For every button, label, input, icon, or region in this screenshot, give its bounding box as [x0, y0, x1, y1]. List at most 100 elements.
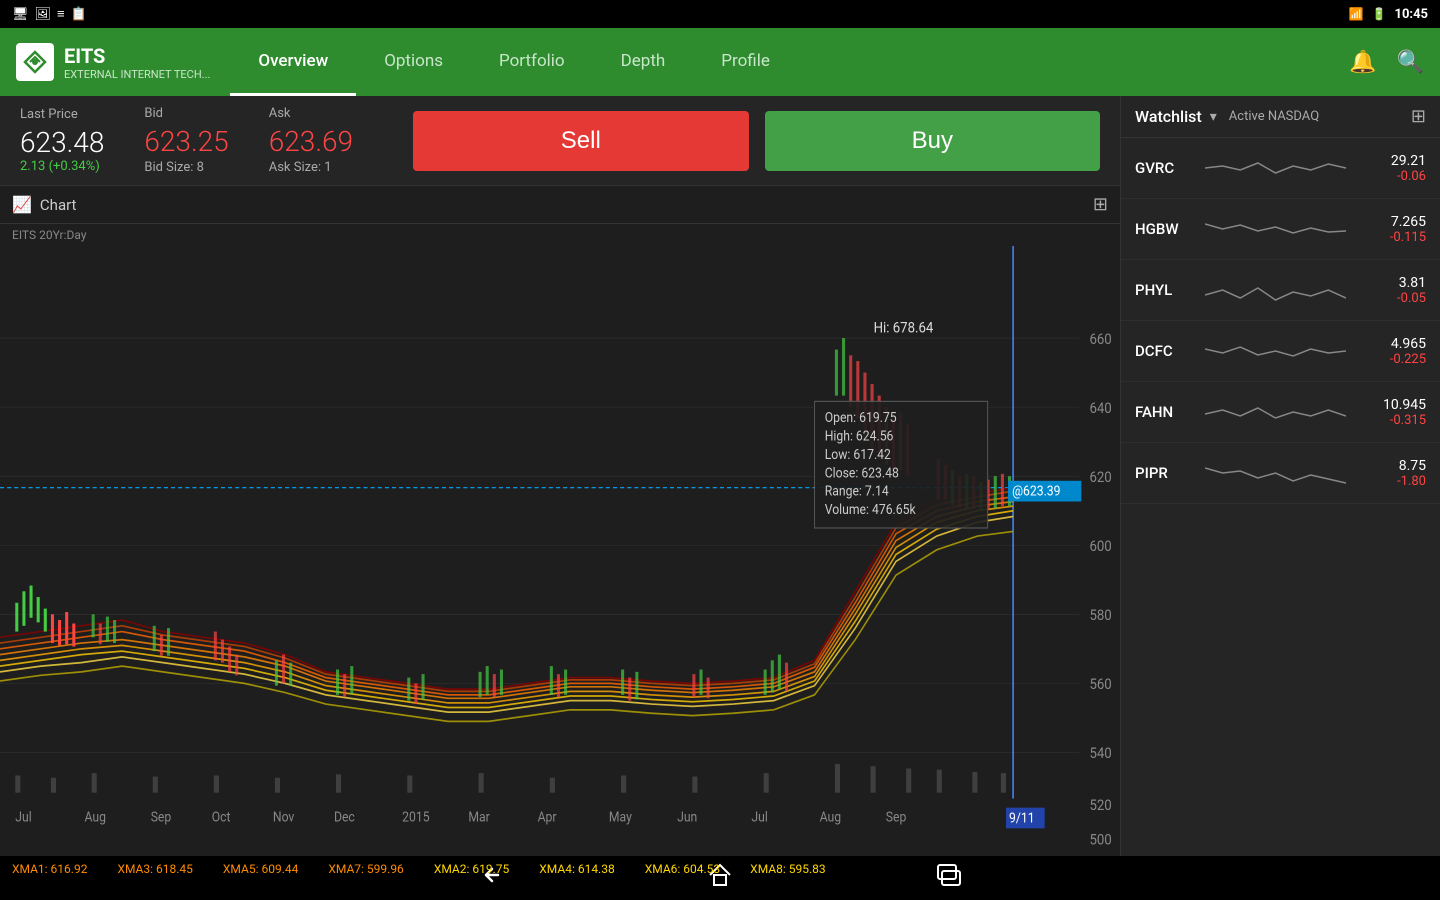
watchlist-title: Watchlist: [1135, 107, 1202, 126]
watchlist-item-gvrc[interactable]: GVRC 29.21 -0.06: [1121, 138, 1440, 199]
svg-text:Range: 7.14: Range: 7.14: [825, 484, 890, 500]
ticker-phyl: PHYL: [1135, 281, 1195, 299]
xma2: XMA2: 619.75: [434, 862, 509, 876]
logo-text: EITS EXTERNAL INTERNET TECH...: [64, 44, 210, 81]
xma8: XMA8: 595.83: [750, 862, 825, 876]
image-icon: 🖼: [35, 7, 52, 22]
chart-subtitle: EITS 20Yr:Day: [0, 224, 1120, 246]
change-gvrc: -0.06: [1397, 169, 1426, 184]
status-bar: 🖥 🖼 ≡ 📋 📶 🔋 10:45: [0, 0, 1440, 28]
sparkline-fahn: [1205, 392, 1346, 432]
chart-icon: 📈: [12, 195, 32, 214]
svg-text:Sep: Sep: [151, 810, 172, 826]
status-icons: 🖥 🖼 ≡ 📋: [12, 6, 87, 22]
ticker-pipr: PIPR: [1135, 464, 1195, 482]
nav-bar: EITS EXTERNAL INTERNET TECH... Overview …: [0, 28, 1440, 96]
change-dcfc: -0.225: [1390, 352, 1426, 367]
ticker-gvrc: GVRC: [1135, 159, 1195, 177]
svg-text:Mar: Mar: [468, 810, 490, 826]
svg-text:Jun: Jun: [677, 810, 697, 826]
price-dcfc: 4.965: [1391, 336, 1426, 352]
tab-options[interactable]: Options: [356, 28, 471, 96]
xma4: XMA4: 614.38: [539, 862, 614, 876]
nav-actions: 🔔 🔍: [1349, 49, 1424, 75]
prices-phyl: 3.81 -0.05: [1356, 275, 1426, 306]
watchlist-item-fahn[interactable]: FAHN 10.945 -0.315: [1121, 382, 1440, 443]
svg-text:May: May: [609, 810, 632, 826]
prices-dcfc: 4.965 -0.225: [1356, 336, 1426, 367]
left-panel: Last Price 623.48 2.13 (+0.34%) Bid 623.…: [0, 96, 1120, 856]
chart-expand-icon[interactable]: ⊞: [1093, 194, 1108, 215]
svg-text:Oct: Oct: [212, 810, 231, 826]
change-hgbw: -0.115: [1390, 230, 1426, 245]
watchlist-panel: Watchlist ▾ Active NASDAQ ⊞ GVRC 29.21 -…: [1120, 96, 1440, 856]
buy-button[interactable]: Buy: [765, 111, 1100, 171]
clipboard-icon: 📋: [71, 7, 87, 22]
price-phyl: 3.81: [1399, 275, 1426, 291]
price-header: Last Price 623.48 2.13 (+0.34%) Bid 623.…: [0, 96, 1120, 186]
watchlist-item-phyl[interactable]: PHYL 3.81 -0.05: [1121, 260, 1440, 321]
notification-button[interactable]: 🔔: [1349, 49, 1376, 75]
chart-title: Chart: [40, 196, 77, 214]
svg-text:540: 540: [1089, 745, 1111, 762]
logo-icon: [16, 43, 54, 81]
price-hgbw: 7.265: [1391, 214, 1426, 230]
watchlist-expand-icon[interactable]: ⊞: [1411, 106, 1426, 127]
watchlist-item-hgbw[interactable]: HGBW 7.265 -0.115: [1121, 199, 1440, 260]
svg-text:640: 640: [1089, 400, 1111, 417]
prices-pipr: 8.75 -1.80: [1356, 458, 1426, 489]
tab-profile[interactable]: Profile: [693, 28, 798, 96]
battery-icon: 🔋: [1372, 7, 1387, 21]
ticker-fahn: FAHN: [1135, 403, 1195, 421]
bid-size: Bid Size: 8: [144, 160, 204, 175]
svg-text:Hi: 678.64: Hi: 678.64: [874, 320, 934, 337]
chart-header: 📈 Chart ⊞: [0, 186, 1120, 224]
prices-hgbw: 7.265 -0.115: [1356, 214, 1426, 245]
bars-icon: ≡: [57, 6, 65, 22]
nav-logo: EITS EXTERNAL INTERNET TECH...: [16, 43, 210, 81]
change-pipr: -1.80: [1397, 474, 1426, 489]
watchlist-dropdown-icon[interactable]: ▾: [1210, 109, 1217, 125]
svg-text:580: 580: [1089, 607, 1111, 624]
prices-gvrc: 29.21 -0.06: [1356, 153, 1426, 184]
xma6: XMA6: 604.53: [645, 862, 720, 876]
change-fahn: -0.315: [1390, 413, 1426, 428]
sparkline-dcfc: [1205, 331, 1346, 371]
sell-button[interactable]: Sell: [413, 111, 748, 171]
bid-value: 623.25: [144, 125, 228, 158]
bid-block: Bid 623.25 Bid Size: 8: [144, 106, 228, 175]
last-price-label: Last Price: [20, 107, 78, 122]
price-gvrc: 29.21: [1391, 153, 1426, 169]
trade-buttons: Sell Buy: [413, 111, 1100, 171]
tab-depth[interactable]: Depth: [593, 28, 694, 96]
xma5: XMA5: 609.44: [223, 862, 298, 876]
prices-fahn: 10.945 -0.315: [1356, 397, 1426, 428]
svg-text:600: 600: [1089, 538, 1111, 555]
chart-svg: 660 640 620 600 580 560 540 520 500: [0, 246, 1120, 856]
svg-text:Dec: Dec: [334, 810, 355, 826]
price-change: 2.13 (+0.34%): [20, 159, 100, 174]
last-price-value: 623.48: [20, 126, 104, 159]
svg-text:Nov: Nov: [273, 810, 295, 826]
watchlist-item-dcfc[interactable]: DCFC 4.965 -0.225: [1121, 321, 1440, 382]
tab-overview[interactable]: Overview: [230, 28, 356, 96]
sparkline-phyl: [1205, 270, 1346, 310]
sparkline-gvrc: [1205, 148, 1346, 188]
svg-text:2015: 2015: [402, 810, 429, 826]
svg-text:Aug: Aug: [820, 810, 841, 826]
status-right: 📶 🔋 10:45: [1349, 7, 1428, 22]
ask-size: Ask Size: 1: [269, 160, 332, 175]
main-content: Last Price 623.48 2.13 (+0.34%) Bid 623.…: [0, 96, 1440, 856]
wifi-icon: 📶: [1349, 7, 1364, 21]
chart-container[interactable]: 660 640 620 600 580 560 540 520 500: [0, 246, 1120, 856]
tab-portfolio[interactable]: Portfolio: [471, 28, 593, 96]
ask-block: Ask 623.69 Ask Size: 1: [269, 106, 353, 175]
watchlist-header: Watchlist ▾ Active NASDAQ ⊞: [1121, 96, 1440, 138]
search-button[interactable]: 🔍: [1397, 49, 1424, 75]
xma1: XMA1: 616.92: [12, 862, 87, 876]
watchlist-item-pipr[interactable]: PIPR 8.75 -1.80: [1121, 443, 1440, 504]
svg-text:560: 560: [1089, 676, 1111, 693]
nav-tabs: Overview Options Portfolio Depth Profile: [230, 28, 1349, 96]
sparkline-pipr: [1205, 453, 1346, 493]
svg-text:Low: 617.42: Low: 617.42: [825, 447, 891, 463]
